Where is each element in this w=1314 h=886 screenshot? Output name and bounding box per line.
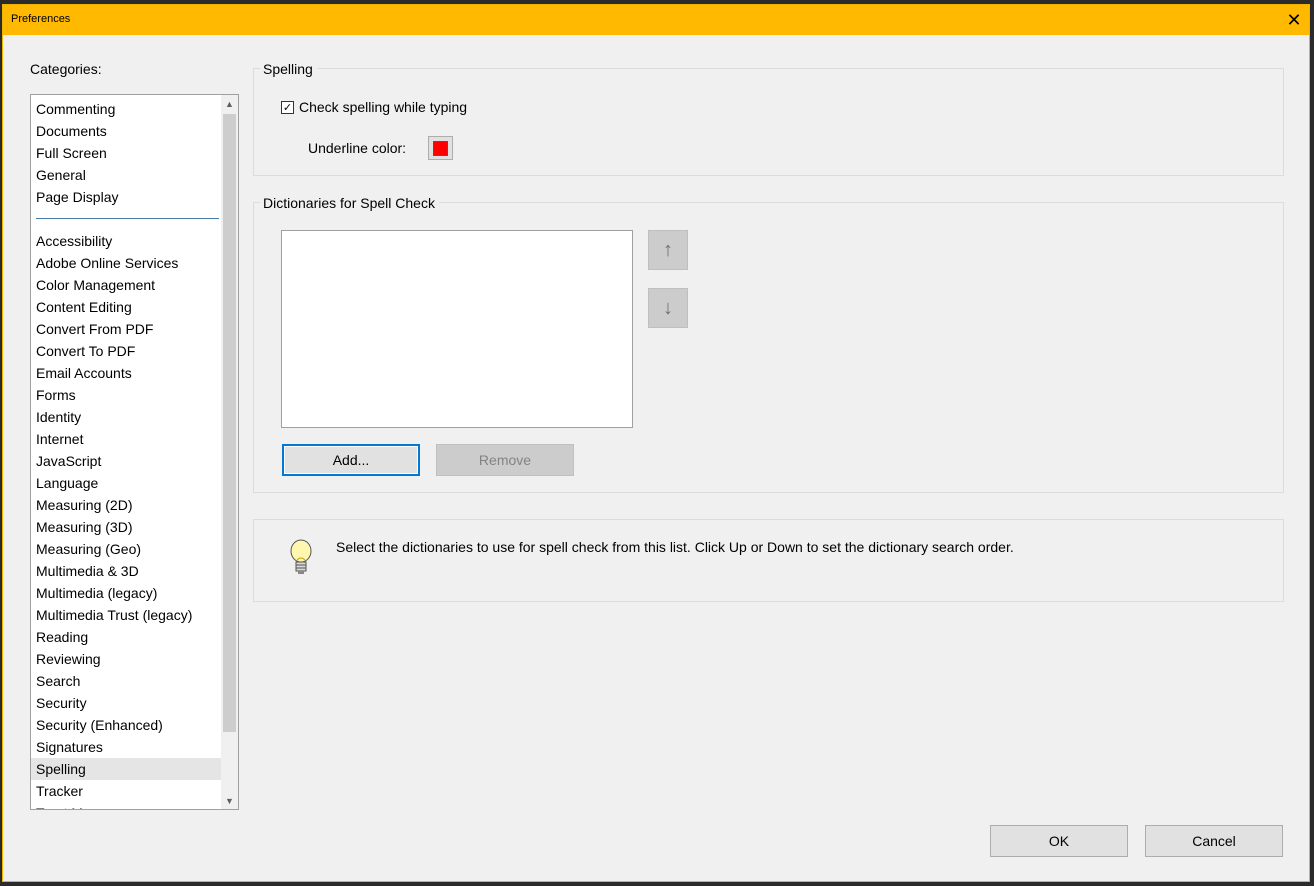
category-item-color-management[interactable]: Color Management	[31, 274, 221, 296]
scroll-down-icon[interactable]: ▼	[221, 792, 238, 809]
dictionaries-group-title: Dictionaries for Spell Check	[260, 195, 439, 211]
category-item-convert-to-pdf[interactable]: Convert To PDF	[31, 340, 221, 362]
category-item-measuring-geo[interactable]: Measuring (Geo)	[31, 538, 221, 560]
categories-label: Categories:	[30, 61, 102, 77]
category-item-spelling[interactable]: Spelling	[31, 758, 221, 780]
category-item-identity[interactable]: Identity	[31, 406, 221, 428]
check-spelling-label: Check spelling while typing	[299, 99, 468, 115]
tip-group	[253, 519, 1284, 602]
arrow-down-icon: ↓	[663, 296, 673, 319]
category-item-reviewing[interactable]: Reviewing	[31, 648, 221, 670]
category-item-search[interactable]: Search	[31, 670, 221, 692]
arrow-up-icon: ↑	[663, 238, 673, 261]
close-icon[interactable]: ✕	[1279, 5, 1309, 35]
category-item-multimedia-trust-legacy[interactable]: Multimedia Trust (legacy)	[31, 604, 221, 626]
category-item-commenting[interactable]: Commenting	[31, 98, 221, 120]
tip-text: Select the dictionaries to use for spell…	[336, 539, 1014, 555]
move-up-button[interactable]: ↑	[648, 230, 688, 270]
category-item-forms[interactable]: Forms	[31, 384, 221, 406]
scroll-thumb[interactable]	[223, 114, 236, 732]
category-item-trust-manager[interactable]: Trust Manager	[31, 802, 221, 809]
underline-color-label: Underline color:	[308, 140, 407, 156]
background-strip-right	[1310, 0, 1314, 886]
category-item-page-display[interactable]: Page Display	[31, 186, 221, 208]
add-button[interactable]: Add...	[282, 444, 420, 476]
category-item-content-editing[interactable]: Content Editing	[31, 296, 221, 318]
spelling-group-title: Spelling	[260, 61, 317, 77]
title-bar[interactable]: Preferences ✕	[3, 5, 1309, 35]
category-separator	[31, 208, 221, 230]
underline-color-button[interactable]	[428, 136, 453, 160]
category-item-full-screen[interactable]: Full Screen	[31, 142, 221, 164]
check-spelling-row[interactable]: ✓ Check spelling while typing	[281, 99, 467, 115]
category-item-accessibility[interactable]: Accessibility	[31, 230, 221, 252]
window-title: Preferences	[11, 13, 71, 25]
cancel-button[interactable]: Cancel	[1145, 825, 1283, 857]
remove-button[interactable]: Remove	[436, 444, 574, 476]
category-item-measuring-2d[interactable]: Measuring (2D)	[31, 494, 221, 516]
category-item-documents[interactable]: Documents	[31, 120, 221, 142]
category-item-reading[interactable]: Reading	[31, 626, 221, 648]
move-down-button[interactable]: ↓	[648, 288, 688, 328]
background-strip-bottom	[0, 882, 1314, 886]
category-item-security[interactable]: Security	[31, 692, 221, 714]
category-item-adobe-online-services[interactable]: Adobe Online Services	[31, 252, 221, 274]
spelling-group	[253, 68, 1284, 176]
category-item-measuring-3d[interactable]: Measuring (3D)	[31, 516, 221, 538]
category-item-tracker[interactable]: Tracker	[31, 780, 221, 802]
categories-scrollbar[interactable]: ▲ ▼	[221, 95, 238, 809]
category-item-multimedia-3d[interactable]: Multimedia & 3D	[31, 560, 221, 582]
category-item-general[interactable]: General	[31, 164, 221, 186]
scroll-up-icon[interactable]: ▲	[221, 95, 238, 112]
dictionaries-list[interactable]	[281, 230, 633, 428]
category-item-signatures[interactable]: Signatures	[31, 736, 221, 758]
category-item-convert-from-pdf[interactable]: Convert From PDF	[31, 318, 221, 340]
color-swatch	[433, 140, 448, 156]
category-item-multimedia-legacy[interactable]: Multimedia (legacy)	[31, 582, 221, 604]
category-item-language[interactable]: Language	[31, 472, 221, 494]
category-item-security-enhanced[interactable]: Security (Enhanced)	[31, 714, 221, 736]
preferences-dialog: Preferences ✕ Categories: Commenting Docu…	[2, 4, 1310, 882]
category-item-internet[interactable]: Internet	[31, 428, 221, 450]
category-item-email-accounts[interactable]: Email Accounts	[31, 362, 221, 384]
categories-listbox[interactable]: Commenting Documents Full Screen General Pag…	[30, 94, 239, 810]
categories-list: Commenting Documents Full Screen General Pag…	[31, 98, 221, 809]
check-spelling-checkbox[interactable]: ✓	[281, 100, 294, 114]
category-item-javascript[interactable]: JavaScript	[31, 450, 221, 472]
ok-button[interactable]: OK	[990, 825, 1128, 857]
lightbulb-icon	[290, 539, 312, 574]
